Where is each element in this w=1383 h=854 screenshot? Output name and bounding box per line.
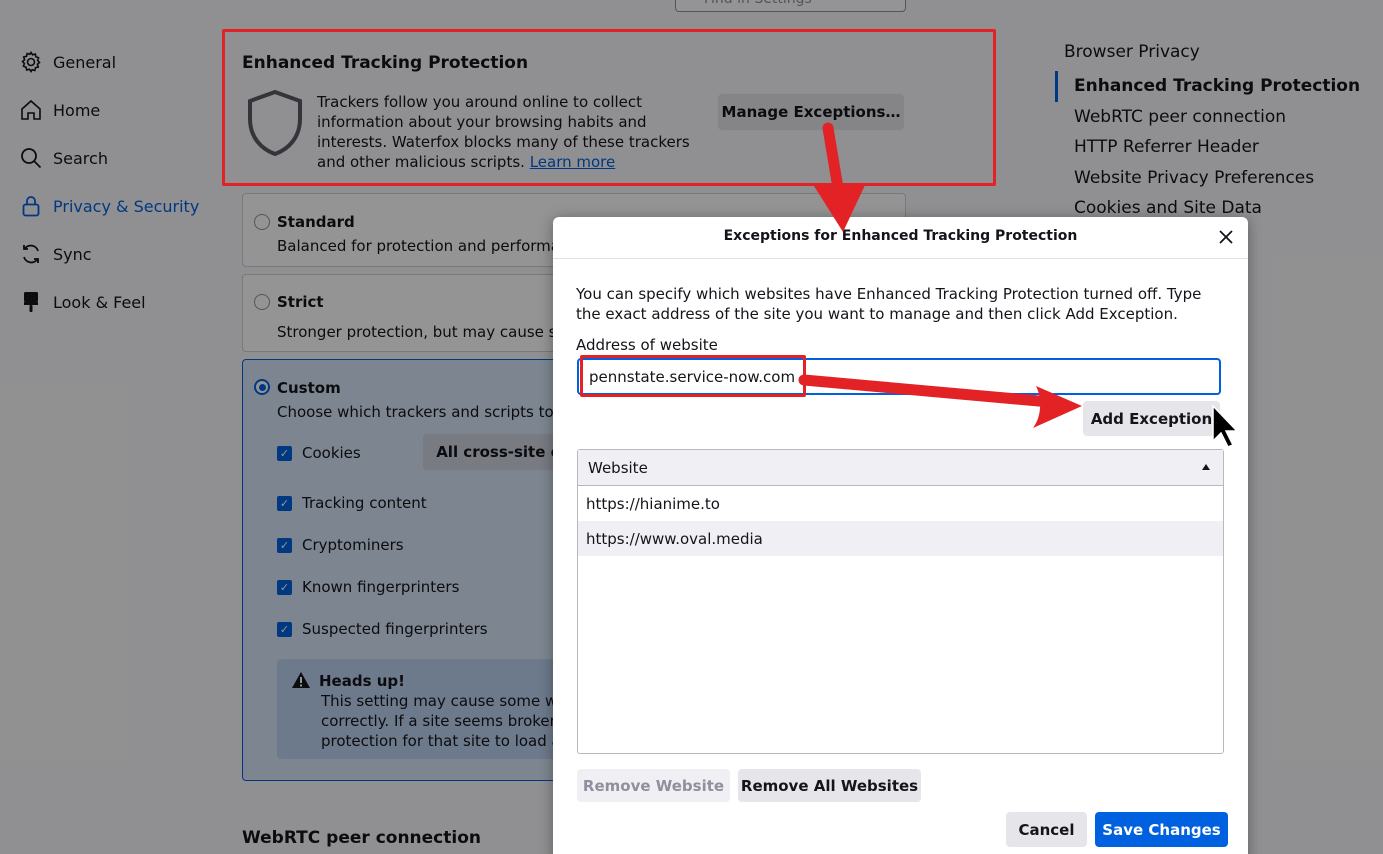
websites-table: Website https://hianime.to https://www.o… (577, 449, 1224, 754)
website-url: https://hianime.to (586, 494, 720, 513)
table-row[interactable]: https://hianime.to (578, 486, 1223, 521)
exceptions-dialog: Exceptions for Enhanced Tracking Protect… (553, 217, 1248, 854)
address-input[interactable] (577, 358, 1221, 395)
dialog-description: You can specify which websites have Enha… (576, 285, 1202, 323)
dialog-title: Exceptions for Enhanced Tracking Protect… (723, 228, 1078, 244)
remove-website-button[interactable]: Remove Website (577, 769, 730, 802)
table-row[interactable]: https://www.oval.media (578, 521, 1223, 556)
dialog-divider (553, 258, 1248, 259)
address-label: Address of website (576, 336, 718, 354)
close-icon[interactable] (1216, 227, 1236, 247)
cancel-button[interactable]: Cancel (1006, 812, 1087, 847)
column-header-label: Website (588, 458, 648, 477)
add-exception-button[interactable]: Add Exception (1083, 401, 1220, 436)
sort-ascending-icon (1202, 464, 1210, 470)
save-changes-button[interactable]: Save Changes (1095, 812, 1228, 847)
website-column-header[interactable]: Website (578, 450, 1223, 486)
remove-all-websites-button[interactable]: Remove All Websites (738, 769, 921, 802)
website-url: https://www.oval.media (586, 529, 763, 548)
